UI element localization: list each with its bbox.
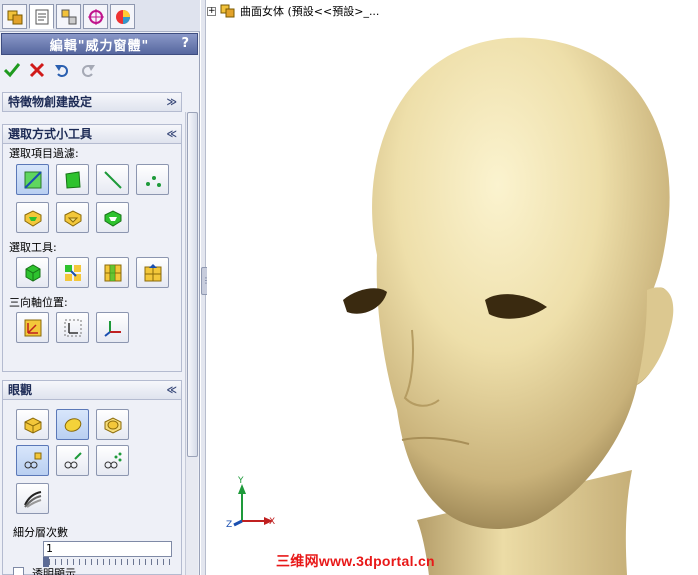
action-toolbar [0,57,200,83]
ok-button[interactable] [3,61,21,79]
filter-vertices-button[interactable] [136,164,169,195]
subdivision-level-label: 細分層次數 [13,526,68,539]
triad-center-icon [103,320,121,337]
subdivision-level-input[interactable]: 1 [43,541,172,557]
model-head-render: Y X Z [226,37,674,575]
z-axis-line [233,519,243,527]
box-select-icon [24,209,41,227]
grid-grow-icon [64,264,81,281]
selection-tools-title: 選取方式小工具 [8,127,93,141]
head-shape [372,37,672,529]
collapse-chevron-icon[interactable]: ≪ [167,126,177,144]
panel-title-bar: 編輯"威力窗體" ? [1,33,198,55]
edge-icon [103,170,122,189]
glasses-vertex-icon [104,452,121,468]
scrollbar-thumb[interactable] [187,112,198,457]
select-lasso-button[interactable] [56,202,89,233]
redo-button[interactable] [79,61,97,79]
manager-tab-strip [0,0,200,32]
isoparm-lines-icon [23,490,41,508]
selection-filter-label: 選取項目過濾: [9,147,79,160]
smooth-shaded-button[interactable] [56,409,89,440]
tab-property-manager[interactable] [29,4,54,29]
z-axis-label: Z [226,520,232,530]
panel-title: 編輯"威力窗體" [49,38,150,54]
ok-checkmark-icon [4,63,20,78]
display-vertices-button[interactable] [96,445,129,476]
x-axis-label: X [269,517,275,527]
redo-icon [82,65,95,77]
triad-global-icon [24,319,41,336]
shaded-box-button[interactable] [16,409,49,440]
tab-dimxpert[interactable] [83,4,108,29]
grid-ring-icon [144,263,161,281]
triad-local-icon [64,319,81,336]
help-button[interactable]: ? [181,36,190,51]
cube-select-icon [25,263,40,282]
feature-creation-settings-header[interactable]: 特徵物創建設定 ≫ [2,92,182,112]
appearance-header[interactable]: 眼觀 ≪ [2,380,182,400]
undo-icon [55,65,68,77]
filter-edges-button[interactable] [96,164,129,195]
lasso-select-icon [64,209,81,227]
vertex-icon [145,175,161,187]
graphics-viewport[interactable]: + 曲面女体 (預設<<預設>_... Y X Z [207,0,698,575]
tab-feature-manager[interactable] [2,4,27,29]
isoparm-display-button[interactable] [16,483,49,514]
feature-creation-settings-title: 特徵物創建設定 [8,95,93,109]
site-watermark: 三维网www.3dportal.cn [276,553,435,569]
expand-chevron-icon[interactable]: ≫ [167,94,177,112]
triad-center-button[interactable] [96,312,129,343]
select-all-button[interactable] [16,257,49,288]
select-loop-button[interactable] [96,257,129,288]
cancel-button[interactable] [28,61,46,79]
selection-tools-header[interactable]: 選取方式小工具 ≪ [2,124,182,144]
shaded-box-icon [24,416,41,434]
transparent-label: 透明顯示 [32,567,76,575]
select-region-button[interactable] [96,202,129,233]
display-control-points-button[interactable] [16,445,49,476]
cage-box-button[interactable] [96,409,129,440]
configuration-manager-icon [61,9,76,24]
control-points-icon [24,452,41,468]
transparent-checkbox[interactable] [13,567,24,575]
select-box-button[interactable] [16,202,49,233]
panel-scrollbar[interactable] [185,112,198,575]
select-ring-button[interactable] [136,257,169,288]
cage-box-icon [104,416,121,434]
edge-filter-icon [23,170,42,189]
y-axis-label: Y [237,476,244,486]
undo-button[interactable] [53,61,71,79]
axis-triad: Y X Z [226,476,275,530]
cancel-x-icon [29,62,45,78]
triad-global-button[interactable] [16,312,49,343]
filter-edges-vertices-button[interactable] [16,164,49,195]
property-manager-icon [35,9,48,24]
glasses-edge-icon [64,451,82,468]
dimxpert-icon [87,8,104,25]
selection-tools-body: 選取項目過濾: 選取工具: 三向軸位置: [2,144,182,372]
property-manager-panel: 編輯"威力窗體" ? 特徵物創建設定 ≫ 選取方式小工具 ≪ 選取項目過濾: 選… [0,0,200,575]
display-edges-button[interactable] [56,445,89,476]
feature-manager-icon [7,10,22,24]
triad-local-button[interactable] [56,312,89,343]
tab-configuration-manager[interactable] [56,4,81,29]
smooth-ellipsoid-icon [64,417,81,432]
face-filter-icon [64,170,81,189]
collapse-chevron-icon[interactable]: ≪ [167,382,177,400]
filter-faces-button[interactable] [56,164,89,195]
triad-position-label: 三向軸位置: [9,296,68,309]
appearance-title: 眼觀 [8,383,33,397]
grid-loop-icon [104,264,121,281]
tab-display-manager[interactable] [110,4,135,29]
display-manager-icon [115,9,130,24]
region-select-icon [104,209,121,227]
select-grow-button[interactable] [56,257,89,288]
selection-tools-label: 選取工具: [9,241,57,254]
